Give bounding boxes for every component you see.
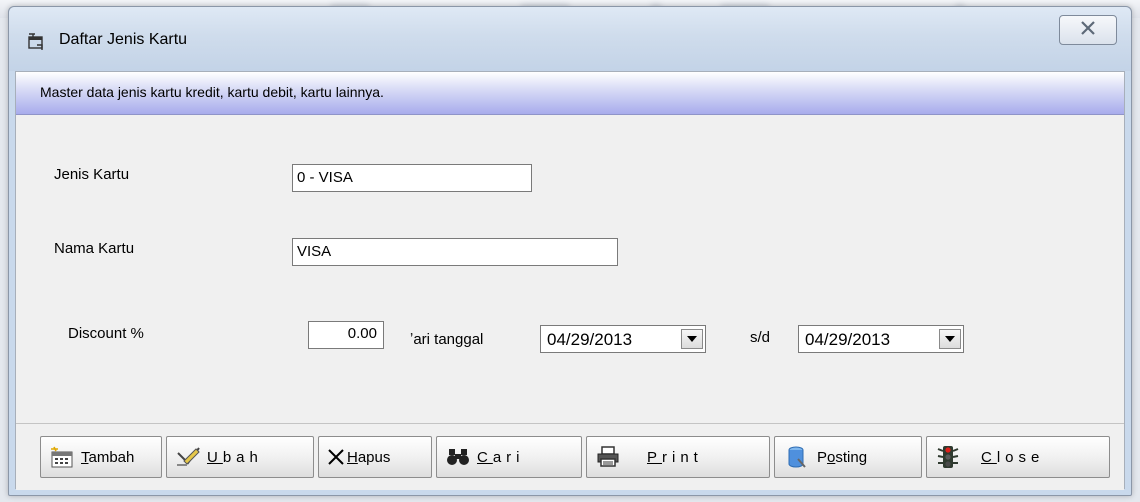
nama-kartu-field[interactable]: VISA (292, 238, 618, 266)
dari-tanggal-combo[interactable]: 04/29/2013 (540, 325, 706, 353)
button-toolbar: Tambah Ubah Hapus Cari Print Posting Clo… (16, 423, 1124, 490)
posting-button[interactable]: Posting (774, 436, 922, 478)
tambah-label: Tambah (81, 448, 135, 466)
posting-label: Posting (817, 448, 868, 466)
db-cylinder-icon (783, 444, 809, 470)
title-bar[interactable]: Daftar Jenis Kartu (9, 7, 1131, 71)
nama-kartu-label: Nama Kartu (54, 240, 135, 257)
description-band: Master data jenis kartu kredit, kartu de… (16, 72, 1124, 115)
dari-tanggal-dropdown-button[interactable] (681, 329, 703, 349)
print-label: Print (647, 448, 703, 466)
close-button[interactable]: Close (926, 436, 1110, 478)
window-title: Daftar Jenis Kartu (59, 31, 188, 48)
jenis-kartu-label: Jenis Kartu (54, 166, 130, 183)
chevron-down-icon (945, 336, 955, 342)
discount-field[interactable]: 0.00 (308, 321, 384, 349)
jenis-kartu-field[interactable]: 0 - VISA (292, 164, 532, 192)
sd-tanggal-value: 04/29/2013 (805, 330, 891, 349)
chevron-down-icon (687, 336, 697, 342)
close-icon (1080, 20, 1096, 40)
sd-label: s/d (750, 329, 771, 346)
sd-tanggal-combo[interactable]: 04/29/2013 (798, 325, 964, 353)
calendar-new-icon (49, 444, 75, 470)
tambah-button[interactable]: Tambah (40, 436, 162, 478)
dari-tanggal-label: ʼari tanggal (410, 331, 484, 348)
hapus-button[interactable]: Hapus (318, 436, 432, 478)
ubah-label: Ubah (207, 448, 263, 466)
window-close-button[interactable] (1059, 15, 1117, 45)
cari-label: Cari (477, 448, 525, 466)
close-label: Close (981, 448, 1045, 466)
discount-label: Discount % (68, 325, 144, 342)
edit-pencil-icon (175, 444, 201, 470)
window-icon (27, 33, 45, 51)
sd-tanggal-dropdown-button[interactable] (939, 329, 961, 349)
traffic-light-icon (935, 444, 961, 470)
hapus-label: Hapus (347, 448, 391, 466)
printer-icon (595, 444, 621, 470)
cari-button[interactable]: Cari (436, 436, 582, 478)
binoculars-icon (445, 444, 471, 470)
x-delete-icon (327, 444, 345, 470)
description-text: Master data jenis kartu kredit, kartu de… (40, 84, 384, 100)
ubah-button[interactable]: Ubah (166, 436, 314, 478)
dialog-window: Daftar Jenis Kartu Master data jenis kar… (8, 6, 1132, 496)
dialog-client-area: Master data jenis kartu kredit, kartu de… (15, 71, 1125, 490)
print-button[interactable]: Print (586, 436, 770, 478)
dari-tanggal-value: 04/29/2013 (547, 330, 633, 349)
